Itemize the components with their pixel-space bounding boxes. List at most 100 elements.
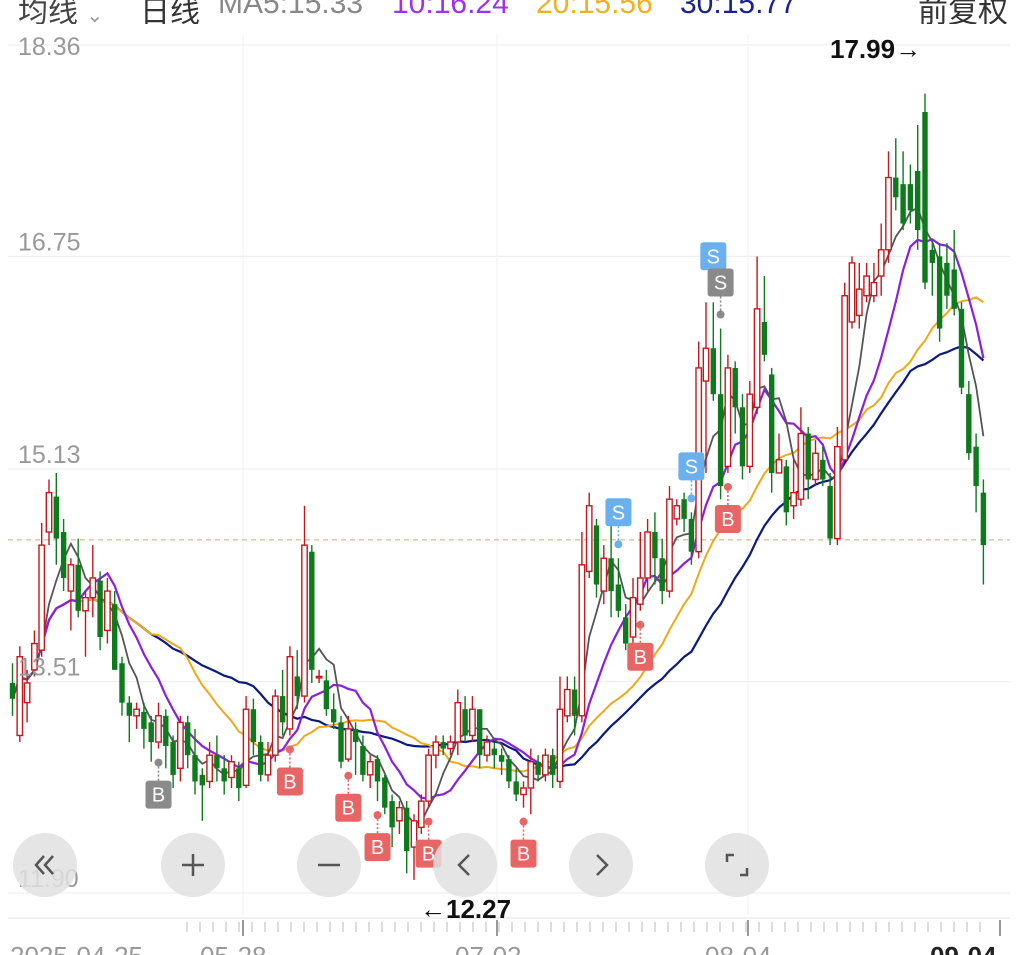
candle-up: [520, 781, 527, 808]
candle-down: [688, 512, 695, 565]
candle-body: [702, 347, 710, 382]
candle-body: [389, 801, 395, 828]
y-tick-label: 13.51: [18, 654, 81, 682]
minus-icon: [318, 863, 340, 867]
candle-body: [271, 695, 279, 756]
candle-down: [513, 768, 519, 802]
candle-down: [506, 755, 512, 788]
candle-up: [103, 577, 111, 644]
candle-body: [382, 777, 388, 808]
candle-down: [440, 735, 446, 756]
candle-body: [629, 596, 637, 638]
candle-body: [344, 728, 352, 760]
signal-label: S: [685, 456, 698, 478]
candle-up: [753, 256, 761, 414]
candle-up: [396, 801, 403, 834]
double-chevron-left-icon: [34, 855, 54, 875]
candle-body: [608, 558, 614, 592]
candle-body: [286, 656, 294, 730]
candle-body: [761, 321, 768, 355]
scroll-start-button[interactable]: [13, 833, 77, 897]
candle-body: [133, 708, 140, 717]
candle-body: [89, 577, 97, 599]
candle-body: [228, 761, 235, 779]
scroll-right-button[interactable]: [569, 833, 633, 897]
candle-down: [279, 669, 286, 736]
candle-down: [309, 545, 315, 683]
candle-up: [67, 558, 75, 631]
candle-body: [688, 518, 695, 552]
min-price-label: ←12.27: [420, 894, 511, 924]
candle-up: [834, 426, 841, 546]
candle-up: [695, 341, 703, 559]
max-price-label: 17.99→: [830, 34, 921, 64]
scroll-left-button[interactable]: [433, 833, 497, 897]
candle-body: [258, 742, 264, 775]
candle-body: [338, 722, 344, 762]
candle-down: [944, 243, 950, 309]
candle-body: [185, 722, 191, 756]
signal-dot: [716, 310, 725, 319]
candle-body: [38, 544, 46, 651]
candle-body: [527, 761, 535, 789]
candle-down: [404, 801, 410, 874]
fullscreen-icon: [725, 853, 749, 877]
signal-label: B: [517, 844, 530, 866]
candle-down: [185, 715, 191, 769]
buy-signal-marker: B: [335, 771, 362, 822]
fullscreen-button[interactable]: [705, 833, 769, 897]
candle-down: [258, 735, 264, 782]
candle-body: [542, 754, 549, 776]
candle-down: [769, 367, 775, 493]
candle-up: [366, 755, 374, 788]
candle-body: [119, 663, 125, 703]
candle-body: [563, 688, 571, 717]
candle-body: [980, 492, 987, 546]
signal-label: B: [371, 837, 384, 859]
candle-body: [360, 745, 366, 775]
candle-body: [301, 544, 308, 697]
candle-body: [893, 177, 899, 198]
candle-body: [907, 184, 914, 211]
candle-down: [294, 650, 300, 710]
candle-body: [9, 682, 16, 699]
candle-body: [900, 184, 906, 224]
candle-down: [717, 328, 724, 500]
candle-body: [870, 281, 878, 297]
candle-down: [980, 479, 987, 585]
candle-body: [469, 708, 476, 737]
candle-down: [893, 138, 899, 211]
candle-body: [571, 689, 578, 716]
candle-down: [900, 151, 906, 231]
signal-dot: [373, 811, 382, 820]
candle-body: [666, 498, 673, 592]
candle-up: [585, 492, 593, 578]
buy-signal-marker: B: [510, 817, 537, 868]
candle-down: [929, 243, 935, 296]
candle-body: [75, 564, 81, 611]
candle-down: [382, 774, 388, 815]
candle-body: [644, 531, 652, 579]
candle-body: [556, 708, 564, 783]
candle-down: [75, 538, 81, 618]
candle-up: [797, 407, 805, 506]
candle-body: [148, 722, 154, 743]
candle-down: [9, 663, 16, 716]
candle-body: [126, 702, 132, 716]
zoom-out-button[interactable]: [297, 833, 361, 897]
candle-body: [863, 275, 871, 297]
candle-body: [673, 505, 681, 520]
candle-body: [170, 742, 176, 775]
candle-body: [498, 755, 505, 762]
candlestick-chart[interactable]: BBBBBBSBSSSB 18.3616.7515.1313.5111.9020…: [0, 0, 1024, 955]
candle-body: [841, 295, 849, 461]
candle-body: [82, 596, 89, 612]
chevron-right-icon: [596, 854, 609, 876]
zoom-in-button[interactable]: [161, 833, 225, 897]
candle-body: [279, 696, 286, 723]
candle-body: [834, 445, 841, 540]
candle-down: [374, 755, 381, 802]
candle-down: [170, 735, 176, 788]
candle-down: [571, 676, 578, 736]
candle-body: [163, 715, 169, 746]
